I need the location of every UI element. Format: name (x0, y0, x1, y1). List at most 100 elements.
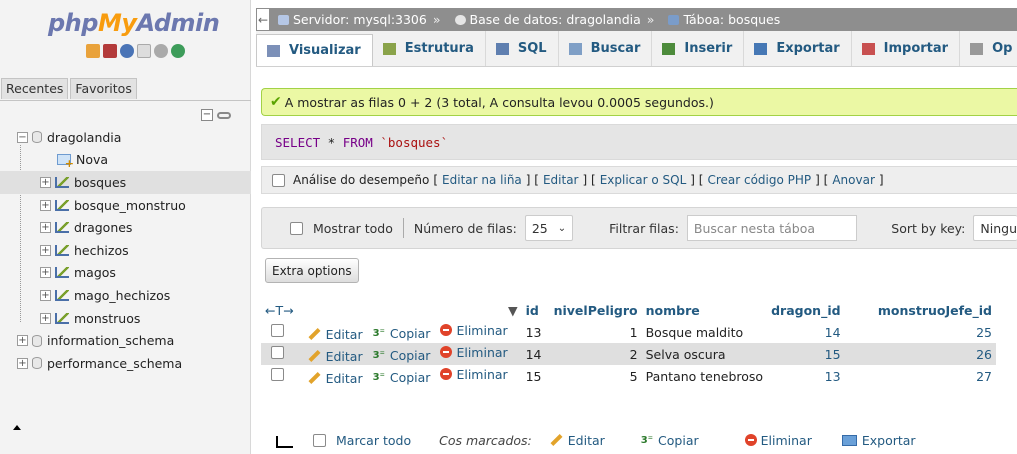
cell-monstruojefe-id[interactable]: 27 (844, 365, 996, 387)
expand-icon[interactable]: + (17, 357, 28, 369)
rows-select[interactable]: 25 ⌄ (524, 215, 574, 241)
tree-item-label[interactable]: Nova (76, 152, 108, 167)
bulk-export-button[interactable]: Exportar (841, 433, 916, 448)
bulk-edit-button[interactable]: Editar (550, 433, 605, 448)
tree-item-label[interactable]: dragolandia (47, 130, 121, 145)
tree-item-label[interactable]: information_schema (47, 333, 174, 348)
copy-button[interactable]: 3⁼ Copiar (373, 348, 431, 363)
expand-icon[interactable]: + (40, 244, 51, 256)
expand-icon[interactable]: + (17, 335, 28, 347)
tree-item[interactable]: Nova (0, 149, 251, 172)
cell-dragon-id[interactable]: 14 (767, 321, 845, 343)
tree-item[interactable]: + bosque_monstruo (0, 194, 251, 217)
filter-input[interactable]: Buscar nesta táboa (686, 215, 858, 241)
sort-indicator-icon[interactable]: ▼ (297, 301, 522, 322)
cell-monstruojefe-id[interactable]: 25 (844, 321, 996, 343)
tree-item-label[interactable]: mago_hechizos (74, 288, 170, 303)
tab-sql[interactable]: SQL (486, 31, 559, 66)
profiling-checkbox[interactable] (272, 173, 285, 187)
reload-icon[interactable] (171, 44, 185, 58)
tab-exportar[interactable]: Exportar (744, 31, 852, 66)
cell-nombre[interactable]: Pantano tenebroso (641, 365, 768, 387)
cell-nombre[interactable]: Bosque maldito (641, 321, 768, 343)
tree-item-label[interactable]: hechizos (74, 243, 129, 258)
column-header-nombre[interactable]: nombre (641, 301, 768, 322)
link-explain-sql[interactable]: Explicar o SQL (600, 173, 687, 187)
bulk-copy-button[interactable]: 3⁼ Copiar (641, 433, 699, 448)
tree-item-label[interactable]: bosque_monstruo (74, 198, 186, 213)
link-edit-inline[interactable]: Editar na liña (442, 173, 522, 187)
check-all-checkbox[interactable] (313, 433, 326, 447)
expand-icon[interactable]: + (40, 267, 51, 279)
cell-id[interactable]: 14 (521, 343, 550, 365)
column-header-dragon-id[interactable]: dragon_id (767, 301, 845, 322)
tree-item-label[interactable]: magos (74, 265, 116, 280)
tree-item-label[interactable]: monstruos (74, 311, 140, 326)
help-icon[interactable] (120, 44, 134, 58)
expand-icon[interactable]: + (40, 222, 51, 234)
cell-id[interactable]: 13 (521, 321, 550, 343)
tree-item[interactable]: + information_schema (0, 329, 251, 352)
cell-nivelpeligro[interactable]: 5 (549, 365, 642, 387)
edit-button[interactable]: Editar (308, 349, 363, 364)
logout-icon[interactable] (103, 44, 117, 58)
cell-dragon-id[interactable]: 13 (767, 365, 845, 387)
show-all-checkbox[interactable] (290, 221, 303, 235)
column-resize-arrows[interactable]: ←T→ (261, 301, 298, 322)
cell-nivelpeligro[interactable]: 1 (549, 321, 642, 343)
expand-icon[interactable]: + (40, 199, 51, 211)
collapse-all-icon[interactable]: − (201, 109, 213, 121)
tab-buscar[interactable]: Buscar (559, 31, 653, 66)
sort-key-select[interactable]: Ningu (973, 215, 1017, 241)
check-all-label[interactable]: Marcar todo (336, 433, 411, 448)
link-bookmark[interactable]: Anovar (832, 173, 875, 187)
cell-monstruojefe-id[interactable]: 26 (844, 343, 996, 365)
link-edit[interactable]: Editar (543, 173, 579, 187)
breadcrumb-server[interactable]: Servidor: mysql:3306 (293, 12, 427, 27)
delete-button[interactable]: Eliminar (440, 345, 508, 360)
edit-button[interactable]: Editar (308, 327, 363, 342)
column-header-id[interactable]: id (521, 301, 550, 322)
tree-item-label[interactable]: performance_schema (47, 356, 182, 371)
expand-icon[interactable]: + (40, 312, 51, 324)
tree-item[interactable]: + dragones (0, 216, 251, 239)
row-checkbox[interactable] (271, 346, 284, 359)
bulk-delete-button[interactable]: Eliminar (744, 433, 812, 448)
cell-nombre[interactable]: Selva oscura (641, 343, 768, 365)
column-header-monstruojefe-id[interactable]: monstruoJefe_id (844, 301, 996, 322)
delete-button[interactable]: Eliminar (440, 323, 508, 338)
tree-item[interactable]: − dragolandia (0, 126, 251, 149)
copy-button[interactable]: 3⁼ Copiar (373, 326, 431, 341)
tab-op[interactable]: Op (960, 31, 1017, 66)
delete-button[interactable]: Eliminar (440, 367, 508, 382)
cell-id[interactable]: 15 (521, 365, 550, 387)
docs-icon[interactable] (137, 44, 151, 58)
tree-item[interactable]: + mago_hechizos (0, 284, 251, 307)
sql-query-box[interactable]: SELECT * FROM `bosques` (261, 124, 1017, 160)
tab-recent[interactable]: Recentes (1, 78, 69, 99)
row-checkbox[interactable] (271, 368, 284, 381)
link-with-main-icon[interactable] (217, 112, 231, 119)
tree-item[interactable]: + performance_schema (0, 352, 251, 375)
back-arrow-icon[interactable]: ← (256, 8, 270, 31)
tree-item[interactable]: + monstruos (0, 307, 251, 330)
tree-item[interactable]: + bosques (0, 171, 251, 194)
cell-nivelpeligro[interactable]: 2 (549, 343, 642, 365)
tab-favorites[interactable]: Favoritos (70, 78, 137, 99)
phpmyadmin-logo[interactable]: phpMyAdmin (48, 9, 220, 37)
tab-visualizar[interactable]: Visualizar (256, 34, 373, 66)
link-create-php[interactable]: Crear código PHP (707, 173, 811, 187)
breadcrumb-table[interactable]: Táboa: bosques (683, 12, 780, 27)
tab-inserir[interactable]: Inserir (652, 31, 745, 66)
home-icon[interactable] (86, 44, 100, 58)
tree-item-label[interactable]: bosques (74, 175, 126, 190)
tree-item-label[interactable]: dragones (74, 220, 132, 235)
breadcrumb-database[interactable]: Base de datos: dragolandia (470, 12, 641, 27)
cell-dragon-id[interactable]: 15 (767, 343, 845, 365)
collapse-icon[interactable]: − (17, 131, 28, 143)
copy-button[interactable]: 3⁼ Copiar (373, 370, 431, 385)
expand-icon[interactable]: + (40, 176, 51, 188)
edit-button[interactable]: Editar (308, 371, 363, 386)
tree-item[interactable]: + magos (0, 262, 251, 285)
settings-icon[interactable] (154, 44, 168, 58)
